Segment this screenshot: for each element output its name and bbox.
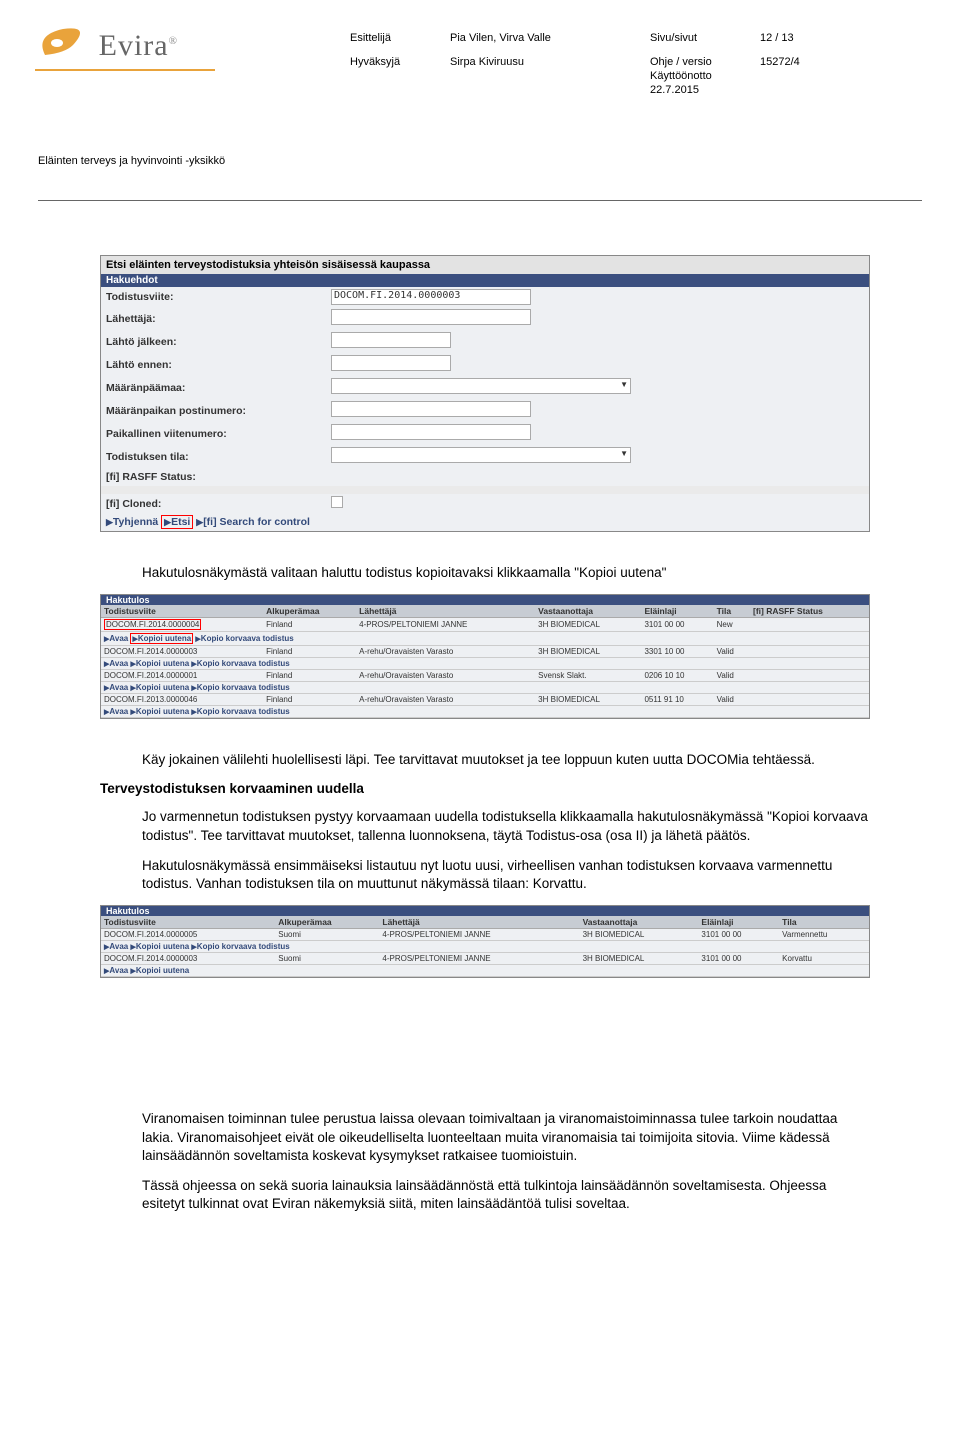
value-version: 15272/4 — [760, 56, 820, 68]
link-avaa[interactable]: Avaa — [109, 683, 128, 692]
table-row: DOCOM.FI.2014.0000003FinlandA-rehu/Orava… — [101, 646, 869, 658]
value-approver: Sirpa Kiviruusu — [450, 56, 650, 68]
col-receiver: Vastaanottaja — [580, 916, 699, 929]
col-receiver: Vastaanottaja — [535, 605, 641, 618]
table-row: DOCOM.FI.2014.0000001FinlandA-rehu/Orava… — [101, 670, 869, 682]
link-avaa[interactable]: Avaa — [109, 707, 128, 716]
lbl-rasff-status: [fi] RASFF Status: — [106, 469, 331, 485]
col-status: Tila — [779, 916, 869, 929]
value-presenter: Pia Vilen, Virva Valle — [450, 32, 650, 44]
label-presenter: Esittelijä — [350, 32, 450, 44]
link-kopio-korvaava[interactable]: Kopio korvaava todistus — [197, 707, 290, 716]
chevron-right-icon: ▶ — [106, 517, 113, 527]
results1-section: Hakutulos — [101, 595, 869, 605]
link-kopioi-uutena[interactable]: Kopioi uutena — [136, 942, 189, 951]
select-todistuksen-tila[interactable]: ▼ — [331, 447, 631, 463]
paragraph-2: Käy jokainen välilehti huolellisesti läp… — [142, 751, 870, 769]
logo-underline — [35, 69, 215, 71]
table-row: DOCOM.FI.2014.0000005Suomi4-PROS/PELTONI… — [101, 929, 869, 941]
link-tyhjenna[interactable]: Tyhjennä — [113, 516, 158, 528]
col-ref: Todistusviite — [101, 916, 275, 929]
table-row: DOCOM.FI.2014.0000004Finland4-PROS/PELTO… — [101, 618, 869, 632]
header-divider — [38, 200, 922, 201]
input-lahto-jalkeen[interactable] — [331, 332, 451, 348]
lbl-cloned: [fi] Cloned: — [106, 496, 331, 512]
table-actions-row: ▶Avaa ▶Kopioi uutena ▶Kopio korvaava tod… — [101, 706, 869, 718]
results-screenshot-1: Hakutulos Todistusviite Alkuperämaa Lähe… — [100, 594, 870, 719]
select-maaranpaamaa[interactable]: ▼ — [331, 378, 631, 394]
label-page: Sivu/sivut — [650, 32, 760, 44]
table-actions-row: ▶Avaa ▶Kopioi uutena ▶Kopio korvaava tod… — [101, 658, 869, 670]
results2-section: Hakutulos — [101, 906, 869, 916]
label-date: 22.7.2015 — [650, 84, 760, 96]
results-screenshot-2: Hakutulos Todistusviite Alkuperämaa Lähe… — [100, 905, 870, 978]
link-kopio-korvaava[interactable]: Kopio korvaava todistus — [197, 659, 290, 668]
label-version: Ohje / versio — [650, 56, 760, 68]
col-species: Eläinlaji — [641, 605, 713, 618]
col-ref: Todistusviite — [101, 605, 263, 618]
search-form-title: Etsi eläinten terveystodistuksia yhteisö… — [101, 256, 869, 274]
paragraph-3a: Jo varmennetun todistuksen pystyy korvaa… — [142, 808, 870, 844]
label-approver: Hyväksyjä — [350, 56, 450, 68]
link-kopioi-uutena[interactable]: Kopioi uutena — [136, 966, 189, 975]
input-maaranpaikan-pn[interactable] — [331, 401, 531, 417]
link-avaa[interactable]: Avaa — [109, 659, 128, 668]
link-avaa[interactable]: Avaa — [109, 634, 128, 643]
link-kopio-korvaava[interactable]: Kopio korvaava todistus — [197, 942, 290, 951]
table-header-row: Todistusviite Alkuperämaa Lähettäjä Vast… — [101, 605, 869, 618]
table-actions-row: ▶Avaa ▶Kopioi uutena ▶Kopio korvaava tod… — [101, 941, 869, 953]
col-country: Alkuperämaa — [263, 605, 356, 618]
chevron-down-icon: ▼ — [620, 380, 628, 389]
input-paikallinen-vn[interactable] — [331, 424, 531, 440]
value-page: 12 / 13 — [760, 32, 820, 44]
unit-subheader: Eläinten terveys ja hyvinvointi -yksikkö — [38, 155, 225, 167]
evira-logo: Evira® — [35, 25, 215, 71]
lbl-todistusviite: Todistusviite: — [106, 289, 331, 305]
link-avaa[interactable]: Avaa — [109, 942, 128, 951]
col-status: Tila — [714, 605, 750, 618]
lbl-maaranpaamaa: Määränpäämaa: — [106, 380, 331, 396]
lbl-lahto-jalkeen: Lähtö jälkeen: — [106, 334, 331, 350]
input-lahettaja[interactable] — [331, 309, 531, 325]
label-intro: Käyttöönotto — [650, 70, 760, 82]
link-kopio-korvaava[interactable]: Kopio korvaava todistus — [201, 634, 294, 643]
link-avaa[interactable]: Avaa — [109, 966, 128, 975]
link-etsi[interactable]: Etsi — [171, 516, 190, 528]
table-actions-row: ▶Avaa ▶Kopioi uutena ▶Kopio korvaava tod… — [101, 632, 869, 646]
lbl-paikallinen-vn: Paikallinen viitenumero: — [106, 426, 331, 442]
link-kopio-korvaava[interactable]: Kopio korvaava todistus — [197, 683, 290, 692]
input-todistusviite[interactable]: DOCOM.FI.2014.0000003 — [331, 289, 531, 305]
table-header-row: Todistusviite Alkuperämaa Lähettäjä Vast… — [101, 916, 869, 929]
logo-swoosh-icon — [35, 25, 91, 67]
table-actions-row: ▶Avaa ▶Kopioi uutena — [101, 965, 869, 977]
paragraph-4: Viranomaisen toiminnan tulee perustua la… — [142, 1110, 870, 1165]
chevron-down-icon: ▼ — [620, 449, 628, 458]
col-sender: Lähettäjä — [379, 916, 579, 929]
lbl-todistuksen-tila: Todistuksen tila: — [106, 449, 331, 465]
input-lahto-ennen[interactable] — [331, 355, 451, 371]
col-sender: Lähettäjä — [356, 605, 535, 618]
doc-header-table: Esittelijä Pia Vilen, Virva Valle Sivu/s… — [350, 32, 850, 108]
search-form-section: Hakuehdot — [101, 274, 869, 287]
paragraph-5: Tässä ohjeessa on sekä suoria lainauksia… — [142, 1177, 870, 1213]
col-species: Eläinlaji — [698, 916, 779, 929]
link-search-control[interactable]: [fi] Search for control — [203, 516, 310, 528]
heading-korvaaminen: Terveystodistuksen korvaaminen uudella — [100, 781, 870, 796]
lbl-lahettaja: Lähettäjä: — [106, 311, 331, 327]
search-form-screenshot: Etsi eläinten terveystodistuksia yhteisö… — [100, 255, 870, 532]
paragraph-1: Hakutulosnäkymästä valitaan haluttu todi… — [142, 564, 870, 582]
col-rasff: [fi] RASFF Status — [750, 605, 869, 618]
table-row: DOCOM.FI.2014.0000003Suomi4-PROS/PELTONI… — [101, 953, 869, 965]
logo-text: Evira® — [99, 29, 178, 63]
paragraph-3b: Hakutulosnäkymässä ensimmäiseksi listaut… — [142, 857, 870, 893]
table-actions-row: ▶Avaa ▶Kopioi uutena ▶Kopio korvaava tod… — [101, 682, 869, 694]
lbl-maaranpaikan-pn: Määränpaikan postinumero: — [106, 403, 331, 419]
lbl-lahto-ennen: Lähtö ennen: — [106, 357, 331, 373]
table-row: DOCOM.FI.2013.0000046FinlandA-rehu/Orava… — [101, 694, 869, 706]
col-country: Alkuperämaa — [275, 916, 379, 929]
checkbox-cloned[interactable] — [331, 496, 343, 508]
